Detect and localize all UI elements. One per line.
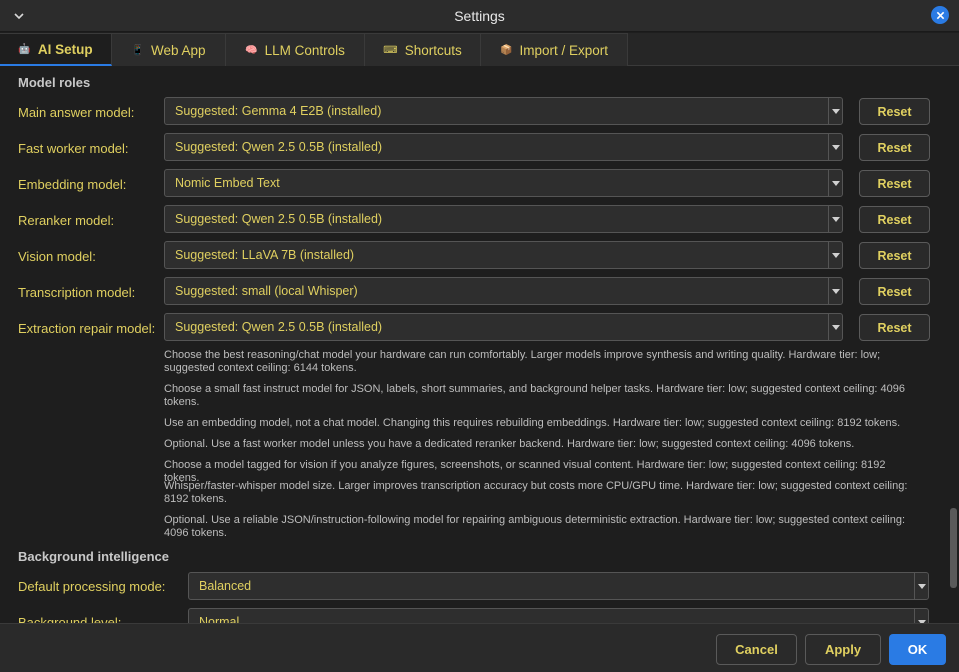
tab-import-export[interactable]: 📦 Import / Export [481,33,628,66]
vision-model-label: Vision model: [18,249,96,264]
title-bar: Settings [0,0,959,32]
select-value: Suggested: small (local Whisper) [175,284,358,298]
background-level-label: Background level: [18,615,122,623]
reset-main-answer-button[interactable]: Reset [859,98,930,125]
robot-icon: 🤖 [18,43,31,55]
chevron-down-icon [914,609,928,623]
chevron-down-icon [828,314,842,340]
vertical-scrollbar[interactable] [948,67,959,623]
brain-icon: 🧠 [245,44,258,56]
chevron-down-icon [828,170,842,196]
tab-shortcuts[interactable]: ⌨ Shortcuts [365,33,481,66]
chevron-down-icon [828,242,842,268]
close-icon[interactable] [931,6,949,24]
hint-extraction-repair: Optional. Use a reliable JSON/instructio… [164,514,906,539]
transcription-model-select[interactable]: Suggested: small (local Whisper) [164,277,843,305]
tab-label: Shortcuts [404,42,462,58]
reset-vision-button[interactable]: Reset [859,242,930,269]
tab-ai-setup[interactable]: 🤖 AI Setup [0,33,112,66]
chevron-down-icon [828,98,842,124]
default-processing-mode-label: Default processing mode: [18,579,166,594]
tab-label: Web App [150,42,206,58]
hint-transcription: Whisper/faster-whisper model size. Large… [164,480,908,505]
reset-extraction-repair-button[interactable]: Reset [859,314,930,341]
select-value: Suggested: Gemma 4 E2B (installed) [175,104,382,118]
package-icon: 📦 [500,44,513,56]
settings-content: Model roles Main answer model: Suggested… [0,67,946,623]
tab-label: AI Setup [37,41,93,57]
background-level-select[interactable]: Normal [188,608,929,623]
chevron-down-icon [914,573,928,599]
main-answer-model-label: Main answer model: [18,105,135,120]
select-value: Suggested: LLaVA 7B (installed) [175,248,355,262]
extraction-repair-model-select[interactable]: Suggested: Qwen 2.5 0.5B (installed) [164,313,843,341]
reset-reranker-button[interactable]: Reset [859,206,930,233]
tab-label: LLM Controls [264,42,345,58]
chevron-down-icon [828,206,842,232]
tab-label: Import / Export [519,42,608,58]
window-title: Settings [454,8,505,24]
reranker-model-label: Reranker model: [18,213,115,228]
reset-transcription-button[interactable]: Reset [859,278,930,305]
embedding-model-label: Embedding model: [18,177,127,192]
default-processing-mode-select[interactable]: Balanced [188,572,929,600]
select-value: Balanced [199,579,252,593]
reset-embedding-button[interactable]: Reset [859,170,930,197]
fast-worker-model-label: Fast worker model: [18,141,129,156]
fast-worker-model-select[interactable]: Suggested: Qwen 2.5 0.5B (installed) [164,133,843,161]
hint-reranker: Optional. Use a fast worker model unless… [164,438,855,450]
transcription-model-label: Transcription model: [18,285,136,300]
select-value: Nomic Embed Text [175,176,280,190]
extraction-repair-model-label: Extraction repair model: [18,321,156,336]
section-title-model-roles: Model roles [18,75,91,90]
select-value: Suggested: Qwen 2.5 0.5B (installed) [175,212,383,226]
embedding-model-select[interactable]: Nomic Embed Text [164,169,843,197]
tab-llm-controls[interactable]: 🧠 LLM Controls [226,33,365,66]
chevron-down-icon [828,134,842,160]
vision-model-select[interactable]: Suggested: LLaVA 7B (installed) [164,241,843,269]
scrollbar-thumb[interactable] [950,508,957,588]
select-value: Normal [199,615,240,623]
main-answer-model-select[interactable]: Suggested: Gemma 4 E2B (installed) [164,97,843,125]
reranker-model-select[interactable]: Suggested: Qwen 2.5 0.5B (installed) [164,205,843,233]
section-title-background: Background intelligence [18,549,169,564]
select-value: Suggested: Qwen 2.5 0.5B (installed) [175,320,383,334]
tab-web-app[interactable]: 📱 Web App [112,33,226,66]
tab-bar: 🤖 AI Setup 📱 Web App 🧠 LLM Controls ⌨ Sh… [0,33,959,66]
mobile-phone-icon: 📱 [131,44,144,56]
keyboard-icon: ⌨ [383,44,398,56]
dialog-footer: Cancel Apply OK [0,623,959,672]
chevron-down-icon [828,278,842,304]
hint-main-answer: Choose the best reasoning/chat model you… [164,349,881,374]
ok-button[interactable]: OK [889,634,946,665]
reset-fast-worker-button[interactable]: Reset [859,134,930,161]
hint-fast-worker: Choose a small fast instruct model for J… [164,383,906,408]
apply-button[interactable]: Apply [805,634,881,665]
cancel-button[interactable]: Cancel [716,634,797,665]
hint-embedding: Use an embedding model, not a chat model… [164,417,901,429]
select-value: Suggested: Qwen 2.5 0.5B (installed) [175,140,383,154]
